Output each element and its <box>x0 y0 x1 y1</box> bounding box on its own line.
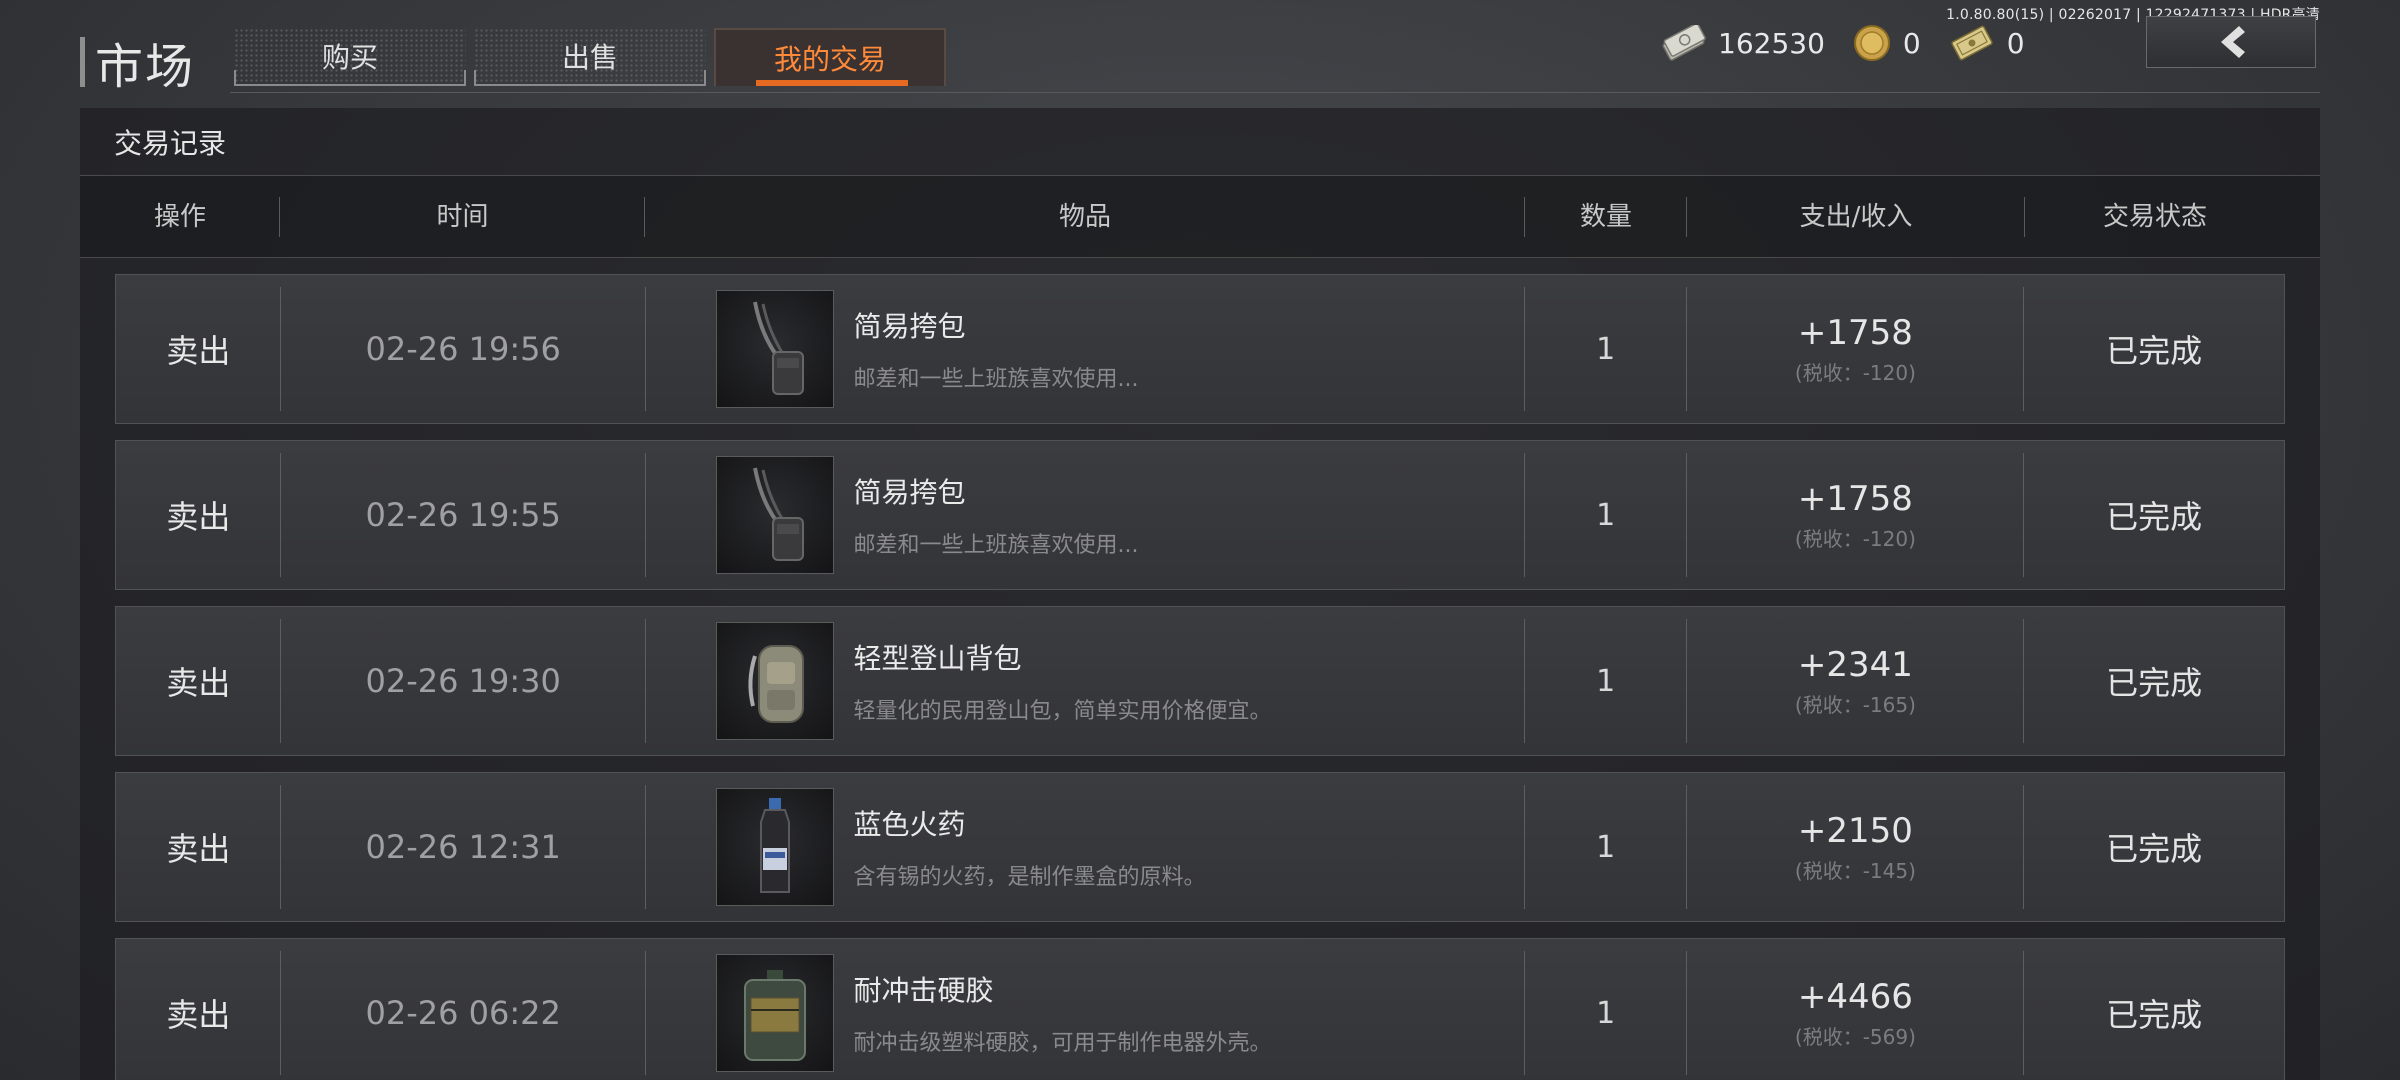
col-item: 物品 <box>645 196 1525 237</box>
item-description: 邮差和一些上班族喜欢使用... <box>853 533 1139 558</box>
col-operation: 操作 <box>80 196 280 237</box>
item-thumbnail <box>715 456 834 574</box>
quantity-cell: 1 <box>1525 287 1687 411</box>
gold-coin-amount: 0 <box>1902 26 1921 60</box>
title-accent-bar <box>80 37 85 87</box>
amount-cell: +1758 (税收：-120) <box>1687 287 2025 411</box>
tax-amount: (税收：-165) <box>1794 692 1916 717</box>
table-row[interactable]: 卖出 02-26 12:31 蓝色火药 含有锡的火药，是制作墨盒的原料。 1 +… <box>115 772 2285 922</box>
table-row[interactable]: 卖出 02-26 19:55 简易挎包 邮差和一些上班族喜欢使用... 1 +1… <box>115 440 2285 590</box>
item-cell: 轻型登山背包 轻量化的民用登山包，简单实用价格便宜。 <box>646 619 1525 743</box>
header-divider <box>230 92 2320 93</box>
back-arrow-icon <box>2221 26 2245 58</box>
item-thumbnail <box>715 788 834 906</box>
item-cell: 耐冲击硬胶 耐冲击级塑料硬胶，可用于制作电器外壳。 <box>646 951 1525 1075</box>
income-amount: +2150 <box>1797 810 1913 851</box>
amount-cell: +2150 (税收：-145) <box>1687 785 2025 909</box>
tax-amount: (税收：-120) <box>1794 526 1916 551</box>
time-cell: 02-26 06:22 <box>281 951 646 1075</box>
trade-records-panel: 交易记录 操作 时间 物品 数量 支出/收入 交易状态 卖出 02-26 19:… <box>80 108 2320 1080</box>
shoulder-bag-icon <box>752 301 804 395</box>
item-name: 蓝色火药 <box>853 808 966 841</box>
glue-canister-icon <box>743 970 806 1061</box>
item-description: 耐冲击级塑料硬胶，可用于制作电器外壳。 <box>853 1031 1272 1056</box>
time-cell: 02-26 12:31 <box>281 785 646 909</box>
item-cell: 简易挎包 邮差和一些上班族喜欢使用... <box>646 287 1525 411</box>
status-cell: 已完成 <box>2106 830 2203 868</box>
tab-buy[interactable]: 购买 <box>234 28 466 86</box>
table-row[interactable]: 卖出 02-26 19:30 轻型登山背包 轻量化的民用登山包，简单实用价格便宜… <box>115 606 2285 756</box>
status-cell: 已完成 <box>2106 498 2203 536</box>
tax-amount: (税收：-120) <box>1794 360 1916 385</box>
operation-cell: 卖出 <box>116 619 281 743</box>
powder-bottle-icon <box>759 798 790 893</box>
voucher-balance: 0 <box>1949 25 2025 61</box>
tax-amount: (税收：-145) <box>1794 858 1916 883</box>
tab-my-trades-label: 我的交易 <box>773 43 886 76</box>
tax-amount: (税收：-569) <box>1794 1024 1916 1049</box>
amount-cell: +2341 (税收：-165) <box>1687 619 2025 743</box>
item-thumbnail <box>715 954 834 1072</box>
status-cell: 已完成 <box>2106 996 2203 1034</box>
item-description: 含有锡的火药，是制作墨盒的原料。 <box>853 865 1206 890</box>
tab-sell[interactable]: 出售 <box>474 28 706 86</box>
shoulder-bag-icon <box>752 467 804 561</box>
quantity-cell: 1 <box>1525 619 1687 743</box>
amount-cell: +4466 (税收：-569) <box>1687 951 2025 1075</box>
col-status: 交易状态 <box>2102 201 2207 232</box>
market-title: 市场 <box>95 39 196 95</box>
item-name: 轻型登山背包 <box>853 642 1022 675</box>
operation-cell: 卖出 <box>116 951 281 1075</box>
amount-cell: +1758 (税收：-120) <box>1687 453 2025 577</box>
operation-cell: 卖出 <box>116 287 281 411</box>
time-cell: 02-26 19:55 <box>281 453 646 577</box>
panel-title: 交易记录 <box>80 108 2320 176</box>
income-amount: +1758 <box>1797 312 1913 353</box>
quantity-cell: 1 <box>1525 453 1687 577</box>
tab-buy-label: 购买 <box>321 41 378 74</box>
voucher-icon <box>1951 25 1993 61</box>
trade-list: 卖出 02-26 19:56 简易挎包 邮差和一些上班族喜欢使用... 1 +1… <box>115 274 2285 1080</box>
income-amount: +2341 <box>1797 644 1913 685</box>
cash-icon <box>1662 25 1706 61</box>
backpack-icon <box>747 645 804 723</box>
status-cell: 已完成 <box>2106 332 2203 370</box>
page-title: 市场 <box>80 36 195 95</box>
item-thumbnail <box>715 290 834 408</box>
table-row[interactable]: 卖出 02-26 06:22 耐冲击硬胶 耐冲击级塑料硬胶，可用于制作电器外壳。… <box>115 938 2285 1080</box>
col-time: 时间 <box>280 196 645 237</box>
operation-cell: 卖出 <box>116 453 281 577</box>
table-header: 操作 时间 物品 数量 支出/收入 交易状态 <box>80 176 2320 258</box>
status-cell: 已完成 <box>2106 664 2203 702</box>
quantity-cell: 1 <box>1525 785 1687 909</box>
item-name: 简易挎包 <box>853 476 966 509</box>
cash-balance: 162530 <box>1660 25 1825 61</box>
item-name: 简易挎包 <box>853 310 966 343</box>
item-name: 耐冲击硬胶 <box>853 974 994 1007</box>
item-thumbnail <box>715 622 834 740</box>
col-amount: 支出/收入 <box>1687 196 2025 237</box>
income-amount: +4466 <box>1797 976 1913 1017</box>
back-button[interactable] <box>2146 16 2316 68</box>
time-cell: 02-26 19:56 <box>281 287 646 411</box>
item-cell: 简易挎包 邮差和一些上班族喜欢使用... <box>646 453 1525 577</box>
tab-my-trades[interactable]: 我的交易 <box>714 28 946 86</box>
table-row[interactable]: 卖出 02-26 19:56 简易挎包 邮差和一些上班族喜欢使用... 1 +1… <box>115 274 2285 424</box>
quantity-cell: 1 <box>1525 951 1687 1075</box>
item-description: 轻量化的民用登山包，简单实用价格便宜。 <box>853 699 1272 724</box>
col-quantity: 数量 <box>1525 196 1687 237</box>
cash-amount: 162530 <box>1718 26 1825 60</box>
currency-bar: 162530 0 0 <box>1660 24 2039 62</box>
operation-cell: 卖出 <box>116 785 281 909</box>
active-tab-underline <box>756 80 908 86</box>
item-cell: 蓝色火药 含有锡的火药，是制作墨盒的原料。 <box>646 785 1525 909</box>
tab-sell-label: 出售 <box>561 41 618 74</box>
market-tabs: 购买 出售 我的交易 <box>234 28 946 86</box>
gold-coin-balance: 0 <box>1853 24 1921 62</box>
income-amount: +1758 <box>1797 478 1913 519</box>
voucher-amount: 0 <box>2006 26 2025 60</box>
item-description: 邮差和一些上班族喜欢使用... <box>853 367 1139 392</box>
gold-coin-icon <box>1853 25 1890 61</box>
time-cell: 02-26 19:30 <box>281 619 646 743</box>
